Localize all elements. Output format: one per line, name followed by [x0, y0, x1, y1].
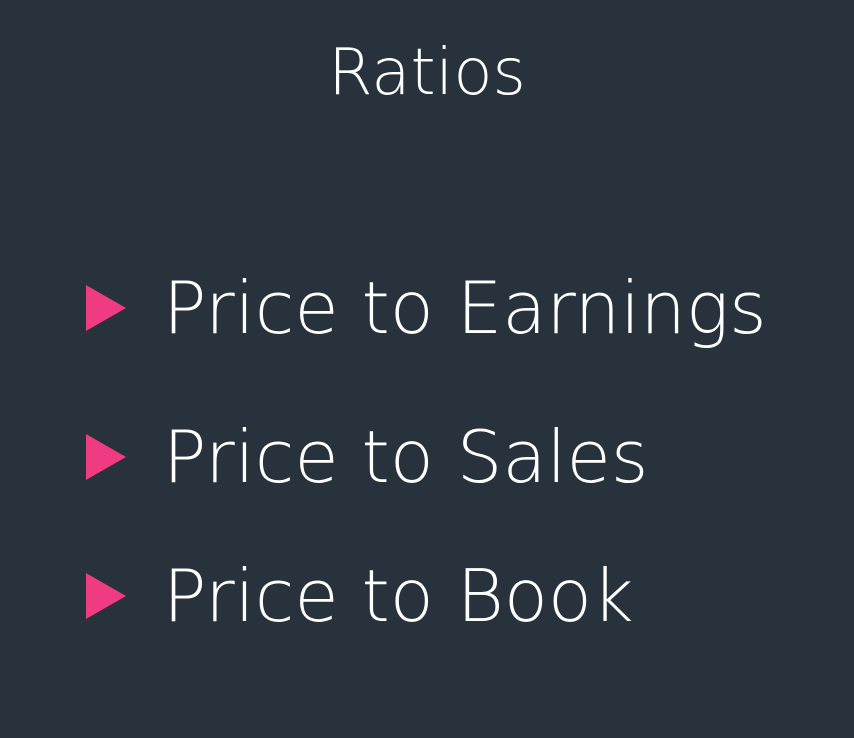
bullet-item-price-to-book: Price to Book	[86, 551, 634, 641]
triangle-right-icon	[86, 434, 126, 480]
slide: Ratios Price to Earnings Price to Sales	[0, 0, 854, 738]
bullet-item-price-to-sales: Price to Sales	[86, 412, 648, 502]
bullet-label: Price to Earnings	[163, 266, 767, 350]
bullet-item-price-to-earnings: Price to Earnings	[86, 263, 767, 353]
bullet-label: Price to Sales	[163, 415, 649, 499]
bullet-list: Price to Earnings Price to Sales Price t…	[0, 0, 854, 738]
bullet-label: Price to Book	[163, 554, 634, 638]
triangle-right-icon	[86, 573, 126, 619]
triangle-right-icon	[86, 285, 126, 331]
